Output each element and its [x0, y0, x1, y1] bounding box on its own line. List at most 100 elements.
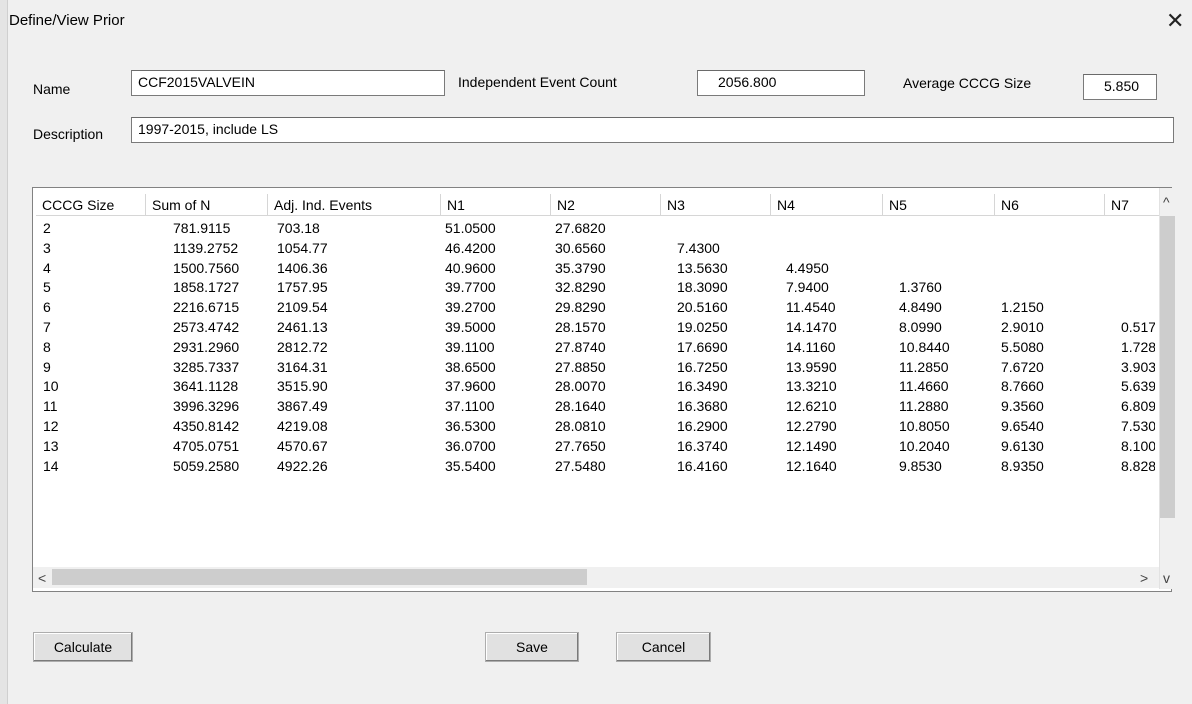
table-cell: 4570.67 — [277, 437, 328, 454]
table-cell: 6 — [43, 299, 51, 316]
column-header[interactable]: N7 — [1105, 194, 1159, 216]
table-cell: 2461.13 — [277, 319, 328, 335]
table-cell: 13.5630 — [677, 259, 728, 276]
table-cell: 2109.54 — [277, 299, 328, 316]
table-cell: 35.5400 — [445, 457, 496, 474]
table-cell: 36.0700 — [445, 437, 496, 454]
table-cell: 5.639 — [1121, 378, 1155, 395]
table-cell: 17.6690 — [677, 338, 728, 355]
table-row[interactable]: 3 1139.2752 1054.77 46.4200 30.6560 7.4300 — [33, 239, 1155, 258]
table-cell: 27.6820 — [555, 220, 606, 236]
table-cell: 4219.08 — [277, 418, 328, 434]
table-cell: 46.4200 — [445, 239, 496, 256]
table-cell: 16.3680 — [677, 398, 728, 415]
save-button[interactable]: Save — [485, 632, 579, 662]
table-row[interactable]: 10 3641.1128 3515.90 37.9600 28.0070 16.3490 1… — [33, 377, 1155, 396]
table-cell: 9.6540 — [1001, 418, 1044, 434]
table-row[interactable]: 11 3996.3296 3867.49 37.1100 28.1640 16.3680 1… — [33, 397, 1155, 416]
column-header[interactable]: N3 — [661, 194, 771, 216]
table-cell: 27.5480 — [555, 457, 606, 474]
table-cell: 7.530 — [1121, 418, 1155, 434]
table-cell: 4705.0751 — [173, 437, 240, 454]
table-cell: 38.6500 — [445, 358, 496, 375]
table-cell: 2812.72 — [277, 338, 328, 355]
table-cell: 9.3560 — [1001, 398, 1044, 415]
description-field[interactable]: 1997-2015, include LS — [131, 117, 1174, 143]
table-row[interactable]: 9 3285.7337 3164.31 38.6500 27.8850 16.7250 13… — [33, 358, 1155, 377]
table-cell: 11.4540 — [786, 299, 836, 316]
table-cell: 7 — [43, 319, 51, 335]
description-label: Description — [33, 126, 104, 142]
table-cell: 9.8530 — [899, 457, 942, 474]
table-cell: 14 — [43, 457, 59, 474]
column-header[interactable]: N4 — [771, 194, 883, 216]
cancel-button[interactable]: Cancel — [616, 632, 711, 662]
table-cell: 0.517 — [1121, 319, 1155, 335]
table-row[interactable]: 6 2216.6715 2109.54 39.2700 29.8290 20.5160 11… — [33, 298, 1155, 317]
table-cell: 3285.7337 — [173, 358, 240, 375]
table-row[interactable]: 14 5059.2580 4922.26 35.5400 27.5480 16.4160 1… — [33, 457, 1155, 476]
independent-event-count-field[interactable]: 2056.800 — [697, 70, 865, 96]
column-header[interactable]: N5 — [883, 194, 995, 216]
table-cell: 28.0070 — [555, 378, 606, 395]
table-cell: 19.0250 — [677, 319, 728, 335]
table-cell: 2573.4742 — [173, 319, 240, 335]
table-row[interactable]: 13 4705.0751 4570.67 36.0700 27.7650 16.3740 1… — [33, 437, 1155, 456]
name-field[interactable]: CCF2015VALVEIN — [131, 70, 445, 96]
table-cell: 8.100 — [1121, 437, 1155, 454]
table-cell: 14.1470 — [786, 319, 837, 335]
scroll-left-icon[interactable]: < — [38, 570, 46, 586]
table-row[interactable]: 7 2573.4742 2461.13 39.5000 28.1570 19.0250 14… — [33, 318, 1155, 337]
table-cell: 1500.7560 — [173, 259, 240, 276]
column-header[interactable]: Adj. Ind. Events — [268, 194, 441, 216]
table-row[interactable]: 8 2931.2960 2812.72 39.1100 27.8740 17.6690 14… — [33, 338, 1155, 357]
table-cell: 2.9010 — [1001, 319, 1044, 335]
scroll-up-icon[interactable]: ^ — [1163, 194, 1170, 210]
horizontal-scroll-thumb[interactable] — [52, 569, 587, 585]
table-cell: 11 — [43, 398, 58, 415]
table-cell — [1121, 298, 1155, 317]
scroll-down-icon[interactable]: v — [1163, 570, 1170, 586]
window-title: Define/View Prior — [9, 12, 125, 29]
table-cell: 703.18 — [277, 220, 320, 236]
table-cell: 4.4950 — [786, 259, 829, 276]
table-cell: 5 — [43, 279, 51, 296]
table-cell: 13 — [43, 437, 59, 454]
independent-event-count-label: Independent Event Count — [458, 74, 617, 90]
scroll-right-icon[interactable]: > — [1140, 570, 1148, 586]
vertical-scroll-thumb[interactable] — [1160, 216, 1175, 518]
table-cell: 2216.6715 — [173, 299, 240, 316]
table-cell: 39.5000 — [445, 319, 496, 335]
table-row[interactable]: 12 4350.8142 4219.08 36.5300 28.0810 16.2900 1… — [33, 417, 1155, 436]
table-cell: 12 — [43, 418, 59, 434]
table-cell: 29.8290 — [555, 299, 606, 316]
table-cell: 18.3090 — [677, 279, 728, 296]
column-header[interactable]: Sum of N — [146, 194, 268, 216]
column-header[interactable]: N2 — [551, 194, 661, 216]
table-cell: 8 — [43, 338, 51, 355]
column-header[interactable]: CCCG Size — [36, 194, 146, 216]
table-cell — [1121, 278, 1155, 297]
table-cell: 39.2700 — [445, 299, 496, 316]
close-icon[interactable]: ✕ — [1166, 10, 1184, 32]
table-cell: 6.809 — [1121, 398, 1155, 415]
column-header[interactable]: N6 — [995, 194, 1105, 216]
table-cell — [1121, 259, 1155, 278]
table-row[interactable]: 5 1858.1727 1757.95 39.7700 32.8290 18.3090 7.… — [33, 278, 1155, 297]
table-cell: 39.7700 — [445, 279, 496, 296]
table-cell: 11.4660 — [899, 378, 949, 395]
table-cell: 14.1160 — [786, 338, 836, 355]
table-row[interactable]: 2 781.9115 703.18 51.0500 27.6820 — [33, 219, 1155, 238]
table-cell: 1.2150 — [1001, 299, 1044, 316]
table-cell: 10 — [43, 378, 59, 395]
table-row[interactable]: 4 1500.7560 1406.36 40.9600 35.3790 13.5630 4.… — [33, 259, 1155, 278]
average-cccg-size-field[interactable]: 5.850 — [1083, 74, 1157, 100]
table-cell — [1121, 219, 1155, 238]
table-cell: 28.0810 — [555, 418, 606, 434]
table-cell: 7.6720 — [1001, 358, 1044, 375]
table-cell: 4922.26 — [277, 457, 328, 474]
table-cell: 8.7660 — [1001, 378, 1044, 395]
calculate-button[interactable]: Calculate — [33, 632, 133, 662]
table-cell: 9.6130 — [1001, 437, 1044, 454]
column-header[interactable]: N1 — [441, 194, 551, 216]
